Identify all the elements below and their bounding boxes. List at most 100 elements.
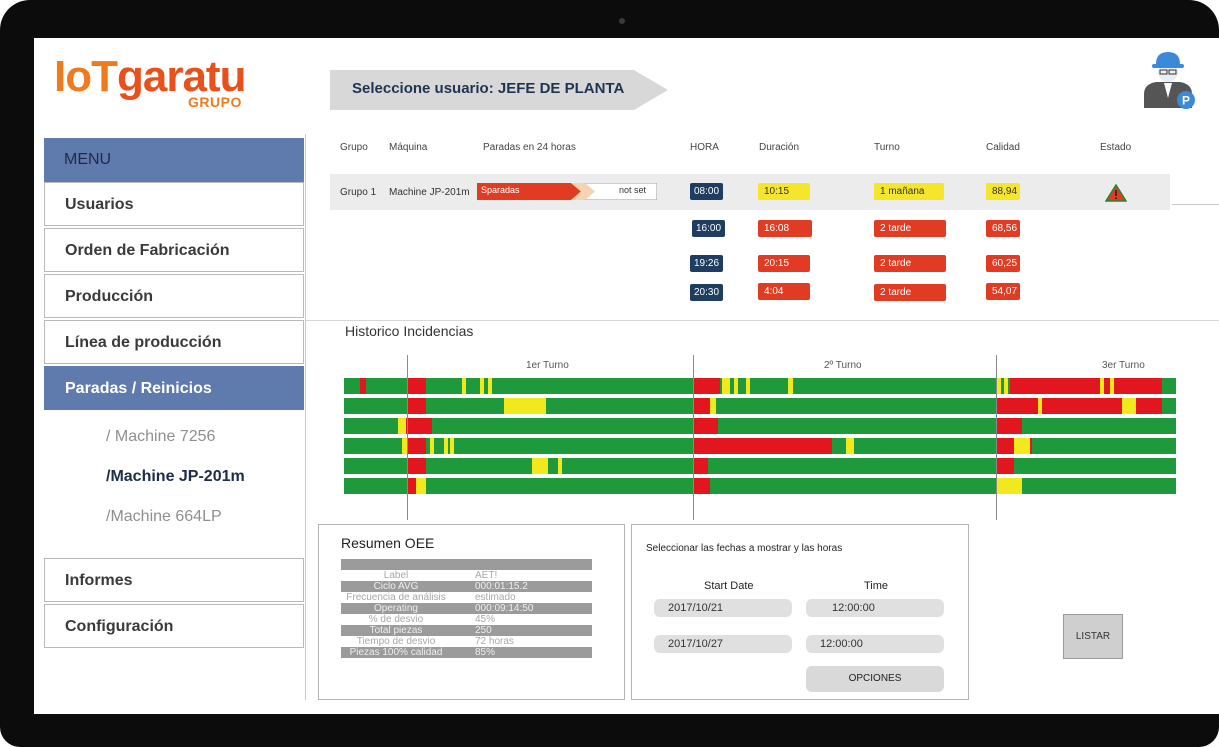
timeline-warning-segment[interactable] [450, 438, 454, 454]
timeline-stop-segment[interactable] [408, 478, 416, 494]
timeline-stop-segment[interactable] [996, 458, 1014, 474]
timeline-stop-segment[interactable] [360, 378, 366, 394]
user-selector-label: Seleccione usuario: JEFE DE PLANTA [352, 80, 624, 97]
timeline-stop-segment[interactable] [1042, 398, 1162, 414]
hora-pill: 20:30 [690, 284, 723, 301]
shift-label-2: 2º Turno [824, 360, 862, 371]
timeline-warning-segment[interactable] [722, 378, 730, 394]
sidebar-item-informes[interactable]: Informes [44, 558, 304, 602]
timeline-warning-segment[interactable] [532, 458, 548, 474]
timeline-warning-segment[interactable] [462, 378, 466, 394]
timeline-warning-segment[interactable] [996, 478, 1022, 494]
date-selection-panel: Seleccionar las fechas a mostrar y las h… [631, 524, 969, 700]
paradas-progress-bar: Sparadas not set [477, 183, 657, 200]
timeline-warning-segment[interactable] [398, 418, 406, 434]
oee-value: 45% [475, 614, 496, 625]
timeline-warning-segment[interactable] [1122, 398, 1136, 414]
timeline-warning-segment[interactable] [1004, 378, 1008, 394]
logo-iot: IoT [54, 52, 118, 101]
timeline-stop-segment[interactable] [408, 398, 426, 414]
hora-pill: 08:00 [690, 183, 723, 200]
timeline-warning-segment[interactable] [504, 398, 546, 414]
user-prefix: Seleccione usuario: [352, 80, 498, 97]
timeline-warning-segment[interactable] [1038, 398, 1042, 414]
listar-button[interactable]: LISTAR [1063, 614, 1123, 659]
timeline-stop-segment[interactable] [694, 478, 710, 494]
timeline-warning-segment[interactable] [1100, 378, 1104, 394]
oee-row: Total piezas 250 [341, 625, 592, 636]
options-button[interactable]: OPCIONES [806, 666, 944, 692]
timeline-row [344, 418, 1176, 434]
engineer-avatar-icon: P [1144, 52, 1195, 109]
timeline-warning-segment[interactable] [788, 378, 793, 394]
timeline-stop-segment[interactable] [694, 438, 832, 454]
timeline-warning-segment[interactable] [480, 378, 484, 394]
end-date-field[interactable]: 2017/10/27 [654, 635, 792, 653]
timeline-warning-segment[interactable] [558, 458, 562, 474]
sidebar: MENU Usuarios Orden de Fabricación Produ… [34, 134, 306, 714]
timeline-stop-segment[interactable] [408, 378, 426, 394]
timeline-warning-segment[interactable] [846, 438, 854, 454]
timeline-stop-segment[interactable] [996, 438, 1014, 454]
sidebar-subitem-machine-jp201m[interactable]: /Machine JP-201m [106, 468, 245, 486]
start-date-field[interactable]: 2017/10/21 [654, 599, 792, 617]
sidebar-item-configuracion[interactable]: Configuración [44, 604, 304, 648]
duracion-pill: 4:04 [758, 283, 810, 300]
sidebar-item-linea-produccion[interactable]: Línea de producción [44, 320, 304, 364]
timeline-warning-segment[interactable] [1014, 438, 1030, 454]
duracion-pill: 20:15 [758, 255, 810, 272]
company-logo: IoTgaratu GRUPO [54, 52, 284, 110]
timeline-stop-segment[interactable] [996, 418, 1022, 434]
oee-title: Resumen OEE [341, 535, 435, 551]
cell-grupo: Grupo 1 [340, 187, 377, 198]
timeline-stop-segment[interactable] [1010, 378, 1162, 394]
timeline-stop-segment[interactable] [694, 378, 720, 394]
shift-divider-overlay [996, 378, 997, 496]
sidebar-subitem-machine-7256[interactable]: / Machine 7256 [106, 428, 215, 446]
oee-key: Operating [374, 603, 418, 614]
calidad-pill: 68,56 [986, 220, 1020, 237]
timeline-stop-segment[interactable] [694, 458, 708, 474]
calidad-pill: 88,94 [986, 183, 1020, 200]
user-selector[interactable]: Seleccione usuario: JEFE DE PLANTA [330, 70, 670, 110]
end-time-field[interactable]: 12:00:00 [806, 635, 944, 653]
oee-table: Label AET! Ciclo AVG 000:01:15.2 Frecuenci… [341, 559, 592, 658]
timeline-row [344, 478, 1176, 494]
col-header-estado: Estado [1100, 142, 1132, 153]
timeline-stop-segment[interactable] [406, 418, 432, 434]
oee-row: Piezas 100% calidad 85% [341, 647, 592, 658]
time-label: Time [864, 580, 889, 592]
timeline-stop-segment[interactable] [408, 458, 426, 474]
oee-value: 000:01:15.2 [475, 581, 528, 592]
status-warning-icon[interactable] [1104, 183, 1128, 202]
sidebar-item-paradas-reinicios[interactable]: Paradas / Reinicios [44, 366, 304, 410]
timeline-warning-segment[interactable] [444, 438, 448, 454]
oee-key: Label [383, 570, 409, 581]
app-screen: IoTgaratu GRUPO Seleccione usuario: JEFE… [34, 38, 1219, 714]
turno-pill: 1 mañana [874, 183, 944, 200]
oee-value: 85% [475, 647, 496, 658]
col-header-grupo: Grupo [340, 142, 368, 153]
sidebar-item-orden-fabricacion[interactable]: Orden de Fabricación [44, 228, 304, 272]
user-avatar[interactable]: P [1138, 46, 1198, 114]
timeline-warning-segment[interactable] [1110, 378, 1114, 394]
oee-key: % de desvio [368, 614, 424, 625]
timeline-stop-segment[interactable] [996, 398, 1038, 414]
timeline-stop-segment[interactable] [408, 438, 426, 454]
timeline-stop-segment[interactable] [1030, 438, 1032, 454]
menu-header: MENU [44, 138, 304, 182]
timeline-warning-segment[interactable] [734, 378, 738, 394]
shift-label-1: 1er Turno [526, 360, 569, 371]
timeline-warning-segment[interactable] [430, 438, 434, 454]
timeline-warning-segment[interactable] [710, 398, 716, 414]
timeline-warning-segment[interactable] [416, 478, 426, 494]
timeline-stop-segment[interactable] [694, 418, 718, 434]
table-divider [306, 320, 1219, 321]
start-time-field[interactable]: 12:00:00 [806, 599, 944, 617]
sidebar-item-produccion[interactable]: Producción [44, 274, 304, 318]
timeline-warning-segment[interactable] [746, 378, 750, 394]
timeline-warning-segment[interactable] [488, 378, 492, 394]
sidebar-subitem-machine-664lp[interactable]: /Machine 664LP [106, 508, 222, 526]
sidebar-item-usuarios[interactable]: Usuarios [44, 182, 304, 226]
oee-row: % de desvio 45% [341, 614, 592, 625]
